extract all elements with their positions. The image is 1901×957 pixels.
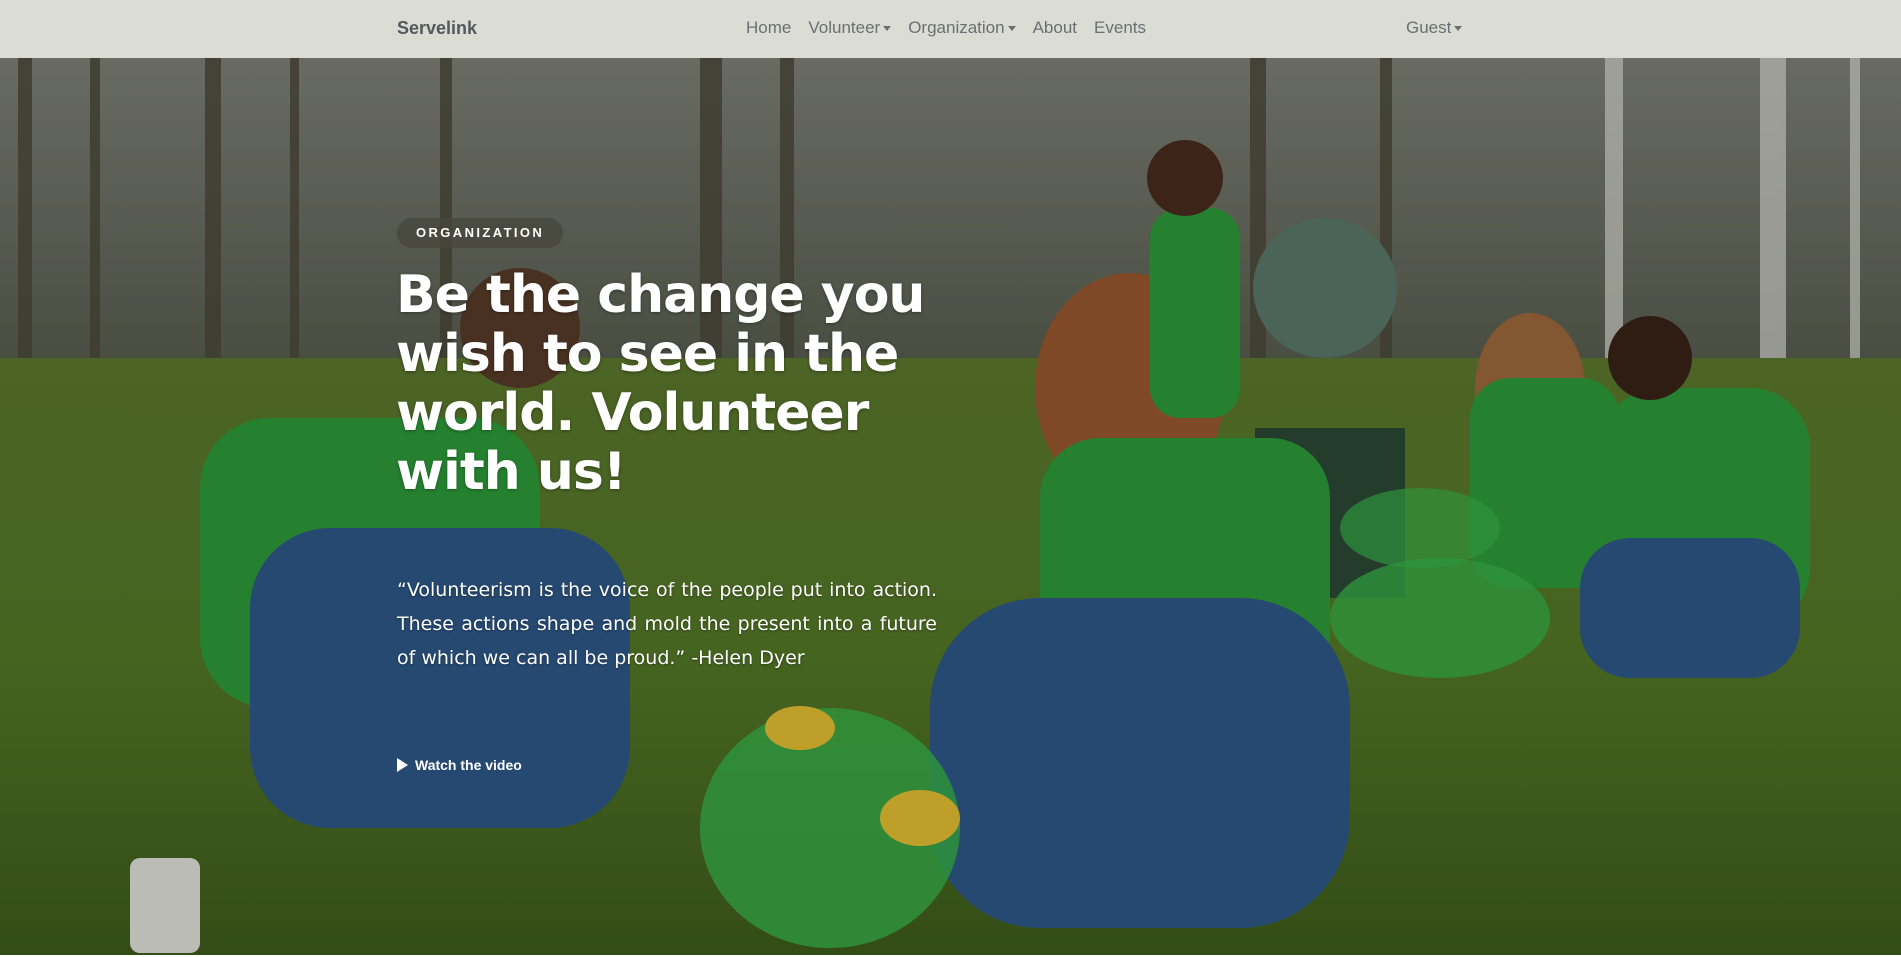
caret-down-icon bbox=[883, 25, 892, 31]
hero-quote: “Volunteerism is the voice of the people… bbox=[397, 579, 937, 669]
nav-home-link[interactable]: Home bbox=[746, 18, 791, 38]
main-nav: Home Volunteer Organization About Events bbox=[746, 18, 1146, 38]
nav-events-label: Events bbox=[1094, 18, 1147, 37]
user-guest-dropdown[interactable]: Guest bbox=[1406, 18, 1463, 38]
nav-volunteer-dropdown[interactable]: Volunteer bbox=[808, 18, 892, 38]
hero-headline: Be the change you wish to see in the wor… bbox=[396, 265, 925, 502]
nav-about-label: About bbox=[1032, 18, 1078, 37]
watch-video-label: Watch the video bbox=[415, 757, 522, 773]
brand-logo-link[interactable]: Servelink bbox=[397, 18, 477, 39]
nav-organization-label: Organization bbox=[908, 18, 1005, 37]
hero-section bbox=[0, 58, 1901, 957]
hero-dark-overlay bbox=[0, 58, 1901, 957]
caret-down-icon bbox=[1454, 25, 1463, 31]
nav-organization-dropdown[interactable]: Organization bbox=[908, 18, 1016, 38]
play-icon bbox=[397, 758, 408, 772]
nav-about-link[interactable]: About bbox=[1033, 18, 1077, 38]
nav-home-label: Home bbox=[746, 18, 792, 37]
nav-events-link[interactable]: Events bbox=[1094, 18, 1146, 38]
top-navbar: Servelink Home Volunteer Organization Ab… bbox=[0, 0, 1901, 58]
nav-volunteer-label: Volunteer bbox=[808, 18, 881, 37]
user-guest-label: Guest bbox=[1406, 18, 1452, 37]
watch-video-button[interactable]: Watch the video bbox=[397, 757, 522, 773]
category-badge: ORGANIZATION bbox=[397, 218, 564, 248]
caret-down-icon bbox=[1007, 25, 1016, 31]
